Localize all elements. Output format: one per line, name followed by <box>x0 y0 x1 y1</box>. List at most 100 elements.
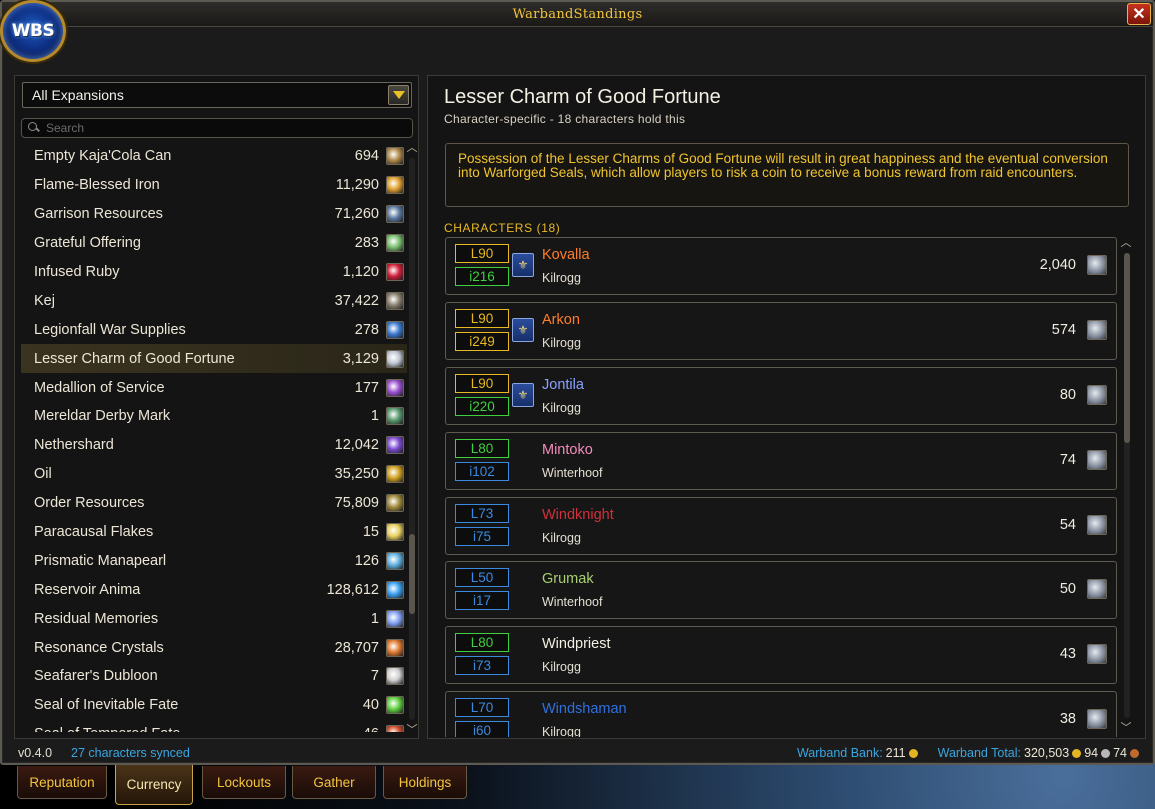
currency-row[interactable]: Paracausal Flakes 15 <box>21 518 407 547</box>
currency-icon <box>386 667 404 686</box>
character-name: Mintoko <box>542 441 593 458</box>
currency-row[interactable]: Residual Memories 1 <box>21 604 407 633</box>
character-level-badge: L50 <box>455 568 509 588</box>
search-input[interactable] <box>46 121 406 135</box>
currency-icon <box>386 696 404 715</box>
character-name: Windknight <box>542 506 614 523</box>
tab-holdings[interactable]: Holdings <box>383 766 467 799</box>
currency-row[interactable]: Oil 35,250 <box>21 460 407 489</box>
character-row[interactable]: L90 i220 ⚜ Jontila Kilrogg 80 <box>445 366 1117 425</box>
warband-money: Warband Bank: 211 Warband Total: 320,503… <box>797 746 1139 760</box>
character-row[interactable]: L73 i75 Windknight Kilrogg 54 <box>445 496 1117 555</box>
currency-row[interactable]: Legionfall War Supplies 278 <box>21 315 407 344</box>
currency-row[interactable]: Order Resources 75,809 <box>21 489 407 518</box>
character-realm: Kilrogg <box>542 660 581 675</box>
currency-amount: 35,250 <box>334 466 379 483</box>
currency-amount: 694 <box>354 148 379 165</box>
scroll-track[interactable] <box>409 158 415 720</box>
scroll-up-icon[interactable]: ︿ <box>1120 237 1132 249</box>
currency-row[interactable]: Kej 37,422 <box>21 286 407 315</box>
scroll-up-icon[interactable]: ︿ <box>406 142 418 154</box>
chevron-down-icon[interactable] <box>388 85 409 105</box>
expansion-dropdown[interactable]: All Expansions <box>22 82 412 108</box>
character-row[interactable]: L80 i102 Mintoko Winterhoof 74 <box>445 431 1117 490</box>
currency-row[interactable]: Reservoir Anima 128,612 <box>21 575 407 604</box>
currency-row[interactable]: Seafarer's Dubloon 7 <box>21 662 407 691</box>
currency-row[interactable]: Prismatic Manapearl 126 <box>21 546 407 575</box>
character-ilvl-badge: i216 <box>455 267 509 286</box>
character-amount: 574 <box>1051 321 1076 338</box>
scroll-track[interactable] <box>1124 253 1130 718</box>
currency-amount: 1 <box>370 610 379 627</box>
alliance-faction-icon: ⚜ <box>512 317 534 342</box>
currency-row[interactable]: Nethershard 12,042 <box>21 431 407 460</box>
alliance-faction-icon: ⚜ <box>512 382 534 407</box>
scroll-thumb[interactable] <box>1124 253 1130 443</box>
currency-row[interactable]: Resonance Crystals 28,707 <box>21 633 407 662</box>
currency-row[interactable]: Grateful Offering 283 <box>21 229 407 258</box>
currency-row[interactable]: Lesser Charm of Good Fortune 3,129 <box>21 344 407 374</box>
scroll-down-icon[interactable]: ﹀ <box>1120 722 1132 734</box>
character-ilvl-badge: i17 <box>455 591 509 611</box>
currency-row[interactable]: Empty Kaja'Cola Can 694 <box>21 142 407 171</box>
tab-currency[interactable]: Currency <box>115 765 193 805</box>
search-icon <box>28 122 40 134</box>
search-box[interactable] <box>21 118 413 138</box>
currency-amount: 1,120 <box>342 264 379 280</box>
character-list-scrollbar[interactable]: ︿ ﹀ <box>1120 237 1134 734</box>
tab-lockouts[interactable]: Lockouts <box>202 766 286 799</box>
warband-bank-value: 211 <box>885 746 906 760</box>
scroll-thumb[interactable] <box>409 534 415 614</box>
currency-row[interactable]: Seal of Inevitable Fate 40 <box>21 691 407 720</box>
currency-row[interactable]: Infused Ruby 1,120 <box>21 258 407 287</box>
warband-total-label: Warband Total: <box>937 746 1021 760</box>
tab-reputation[interactable]: Reputation <box>17 766 107 799</box>
currency-icon <box>386 407 404 426</box>
title-bar[interactable]: WarbandStandings ✕ <box>2 2 1153 27</box>
currency-icon <box>386 349 404 368</box>
warband-total-copper: 74 <box>1113 746 1127 760</box>
characters-header: CHARACTERS (18) <box>444 221 561 235</box>
gold-coin-icon <box>1072 748 1082 758</box>
close-button[interactable]: ✕ <box>1127 3 1151 25</box>
charm-icon <box>1087 255 1107 275</box>
character-amount: 74 <box>1059 451 1076 468</box>
currency-title: Lesser Charm of Good Fortune <box>444 86 721 108</box>
scroll-down-icon[interactable]: ﹀ <box>406 724 418 736</box>
charm-icon <box>1087 644 1107 665</box>
currency-list: Empty Kaja'Cola Can 694 Flame-Blessed Iron… <box>21 142 407 732</box>
currency-amount: 75,809 <box>334 495 379 512</box>
currency-name: Seafarer's Dubloon <box>34 668 158 685</box>
currency-row[interactable]: Garrison Resources 71,260 <box>21 200 407 229</box>
currency-list-scrollbar[interactable]: ︿ ﹀ <box>406 142 418 736</box>
addon-logo: WBS <box>0 0 66 62</box>
character-level-badge: L90 <box>455 308 509 328</box>
character-ilvl-badge: i220 <box>455 396 509 416</box>
character-row[interactable]: L90 i216 ⚜ Kovalla Kilrogg 2,040 <box>445 237 1117 295</box>
character-row[interactable]: L90 i249 ⚜ Arkon Kilrogg 574 <box>445 301 1117 360</box>
charm-icon <box>1087 319 1107 340</box>
currency-name: Oil <box>34 466 52 483</box>
charm-icon <box>1087 514 1107 535</box>
character-ilvl-badge: i73 <box>455 656 509 676</box>
currency-row[interactable]: Flame-Blessed Iron 11,290 <box>21 171 407 200</box>
currency-name: Residual Memories <box>34 610 159 627</box>
character-level-badge: L80 <box>455 438 509 458</box>
character-row[interactable]: L80 i73 Windpriest Kilrogg 43 <box>445 626 1117 685</box>
currency-icon <box>386 205 404 224</box>
currency-name: Resonance Crystals <box>34 639 164 656</box>
currency-name: Seal of Inevitable Fate <box>34 697 179 714</box>
charm-icon <box>1087 449 1107 470</box>
currency-row[interactable]: Mereldar Derby Mark 1 <box>21 402 407 431</box>
currency-name: Order Resources <box>34 495 145 512</box>
currency-row[interactable]: Medallion of Service 177 <box>21 373 407 402</box>
currency-amount: 3,129 <box>342 350 379 367</box>
addon-window: WarbandStandings ✕ All Expansions Empty … <box>0 0 1155 765</box>
character-row[interactable]: L70 i60 Windshaman Kilrogg 38 <box>445 691 1117 737</box>
character-realm: Kilrogg <box>542 725 581 737</box>
currency-row[interactable]: Seal of Tempered Fate46 <box>21 720 407 732</box>
currency-icon <box>386 494 404 513</box>
character-row[interactable]: L50 i17 Grumak Winterhoof 50 <box>445 561 1117 620</box>
tab-gather[interactable]: Gather <box>292 766 376 799</box>
character-amount: 43 <box>1059 646 1076 663</box>
